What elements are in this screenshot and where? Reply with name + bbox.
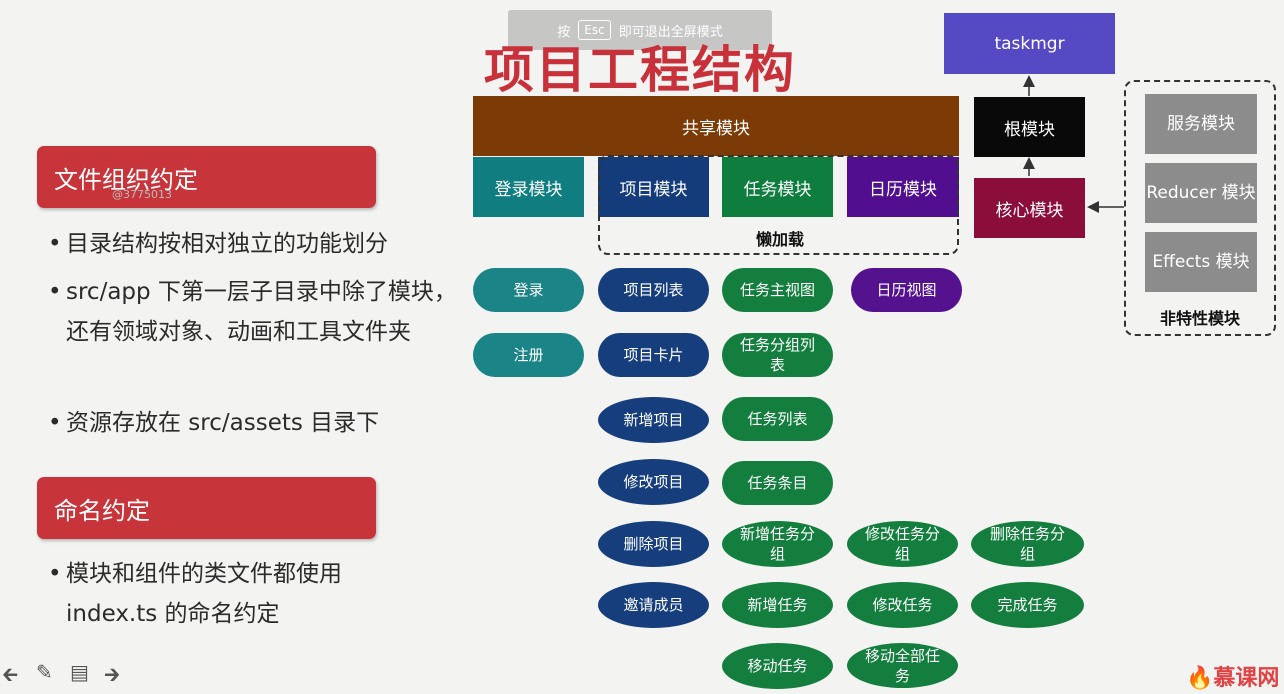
invite-member-component: 邀请成员 bbox=[598, 582, 709, 628]
imooc-logo: 🔥慕课网 bbox=[1186, 660, 1279, 692]
move-task-component: 移动任务 bbox=[722, 643, 833, 689]
taskmgr-app: taskmgr bbox=[944, 13, 1115, 74]
task-group-list-component: 任务分组列表 bbox=[722, 333, 833, 377]
pencil-icon[interactable]: ✎ bbox=[36, 660, 53, 684]
new-task-component: 新增任务 bbox=[722, 582, 833, 628]
effects-module: Effects 模块 bbox=[1145, 232, 1257, 292]
service-module: 服务模块 bbox=[1145, 94, 1257, 154]
task-list-component: 任务列表 bbox=[722, 397, 833, 441]
complete-task-component: 完成任务 bbox=[971, 582, 1084, 628]
logo-text: 慕课网 bbox=[1213, 666, 1280, 691]
edit-task-group-component: 修改任务分组 bbox=[847, 521, 958, 567]
arrow-left-icon[interactable]: 🡰 bbox=[2, 660, 18, 694]
lazy-load-label: 懒加载 bbox=[755, 230, 804, 249]
flame-icon: 🔥 bbox=[1186, 666, 1214, 691]
edit-task-component: 修改任务 bbox=[847, 582, 958, 628]
login-component: 登录 bbox=[473, 268, 584, 312]
delete-project-component: 删除项目 bbox=[598, 521, 709, 567]
edit-project-component: 修改项目 bbox=[598, 459, 709, 505]
task-home-component: 任务主视图 bbox=[722, 268, 833, 312]
notes-icon[interactable]: ▤ bbox=[70, 660, 89, 684]
project-card-component: 项目卡片 bbox=[598, 333, 709, 377]
core-module: 核心模块 bbox=[974, 178, 1085, 238]
shared-module: 共享模块 bbox=[473, 96, 959, 156]
new-task-group-component: 新增任务分组 bbox=[722, 521, 833, 567]
arrow-right-icon[interactable]: 🡲 bbox=[104, 660, 120, 694]
task-item-component: 任务条目 bbox=[722, 461, 833, 505]
reducer-module: Reducer 模块 bbox=[1145, 163, 1257, 223]
register-component: 注册 bbox=[473, 333, 584, 377]
calendar-view-component: 日历视图 bbox=[851, 268, 962, 312]
move-all-tasks-component: 移动全部任务 bbox=[847, 643, 958, 688]
root-module: 根模块 bbox=[974, 97, 1085, 157]
delete-task-group-component: 删除任务分组 bbox=[971, 521, 1084, 567]
login-module: 登录模块 bbox=[473, 157, 584, 217]
project-list-component: 项目列表 bbox=[598, 268, 709, 312]
non-feature-label: 非特性模块 bbox=[1159, 309, 1240, 328]
new-project-component: 新增项目 bbox=[598, 397, 709, 443]
